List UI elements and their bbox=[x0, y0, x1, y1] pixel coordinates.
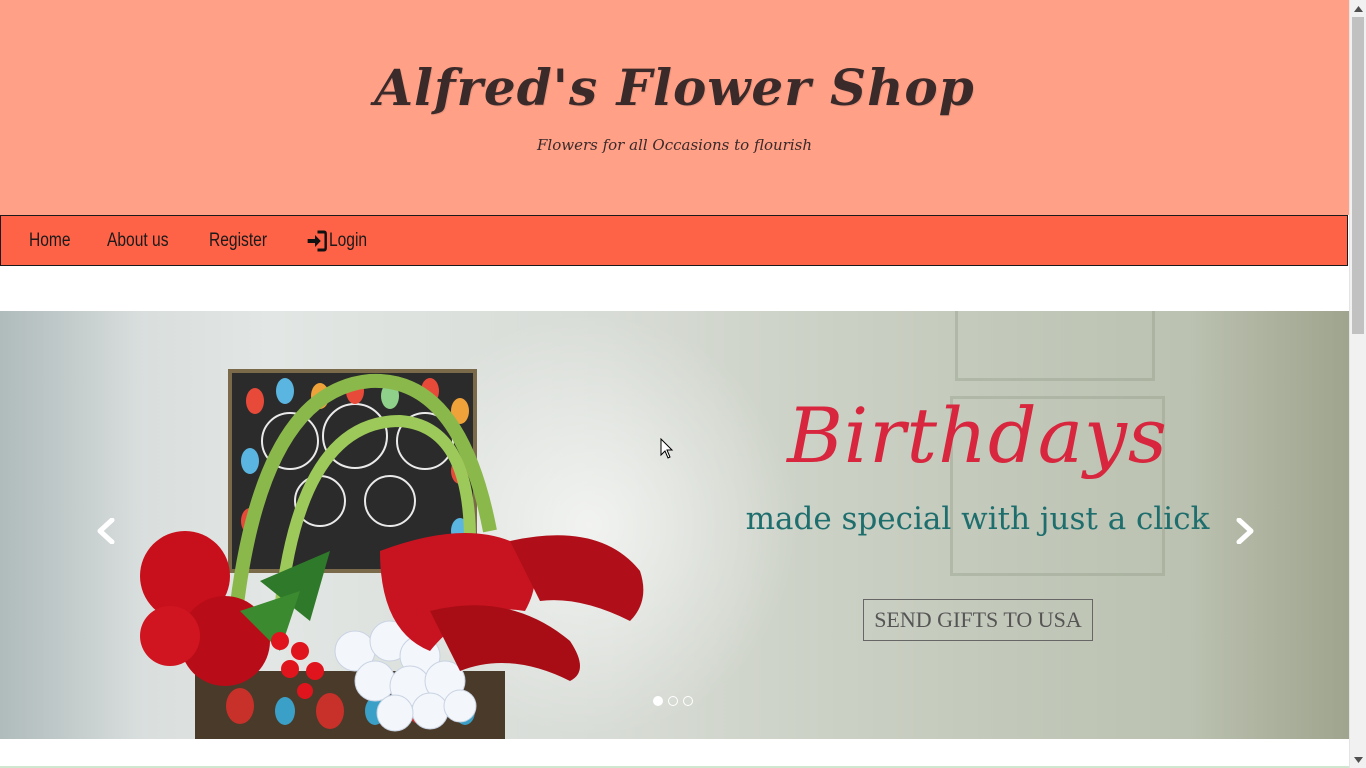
nav-register-link[interactable]: Register bbox=[209, 230, 267, 252]
nav-home-label: Home bbox=[29, 229, 71, 251]
carousel-indicator-1[interactable] bbox=[653, 696, 663, 706]
carousel-prev-button[interactable] bbox=[86, 511, 126, 551]
site-tagline: Flowers for all Occasions to flourish bbox=[537, 136, 812, 154]
scroll-down-button[interactable] bbox=[1350, 751, 1366, 768]
nav-register-label: Register bbox=[208, 229, 267, 251]
scroll-up-button[interactable] bbox=[1350, 0, 1366, 17]
carousel-indicator-3[interactable] bbox=[683, 696, 693, 706]
carousel-next-button[interactable] bbox=[1225, 511, 1265, 551]
site-title: Alfred's Flower Shop bbox=[374, 58, 975, 117]
carousel-indicator-2[interactable] bbox=[668, 696, 678, 706]
background-picture-frame bbox=[955, 311, 1155, 381]
triangle-up-icon bbox=[1354, 5, 1363, 12]
chevron-left-icon bbox=[97, 518, 115, 544]
flower-basket-image bbox=[140, 369, 644, 739]
send-gifts-button[interactable]: SEND GIFTS TO USA bbox=[863, 599, 1093, 641]
nav-home-link[interactable]: Home bbox=[29, 230, 71, 252]
nav-about-label: About us bbox=[106, 229, 169, 251]
nav-login-link[interactable]: Login bbox=[306, 229, 368, 252]
nav-about-link[interactable]: About us bbox=[107, 230, 169, 252]
slide-headline: Birthdays bbox=[787, 391, 1168, 480]
carousel-indicators bbox=[653, 696, 693, 706]
nav-login-label: Login bbox=[329, 229, 368, 251]
slide-subheadline: made special with just a click bbox=[745, 501, 1210, 537]
site-header: Alfred's Flower Shop Flowers for all Occ… bbox=[0, 0, 1349, 215]
hero-carousel: Birthdays made special with just a click… bbox=[0, 311, 1349, 739]
sign-in-icon bbox=[306, 230, 328, 252]
vertical-scrollbar[interactable] bbox=[1349, 0, 1366, 768]
main-navbar: Home About us Register Login bbox=[0, 215, 1348, 266]
chevron-right-icon bbox=[1236, 518, 1254, 544]
mouse-cursor-icon bbox=[660, 438, 674, 459]
triangle-down-icon bbox=[1354, 756, 1363, 763]
scroll-thumb[interactable] bbox=[1352, 17, 1364, 334]
